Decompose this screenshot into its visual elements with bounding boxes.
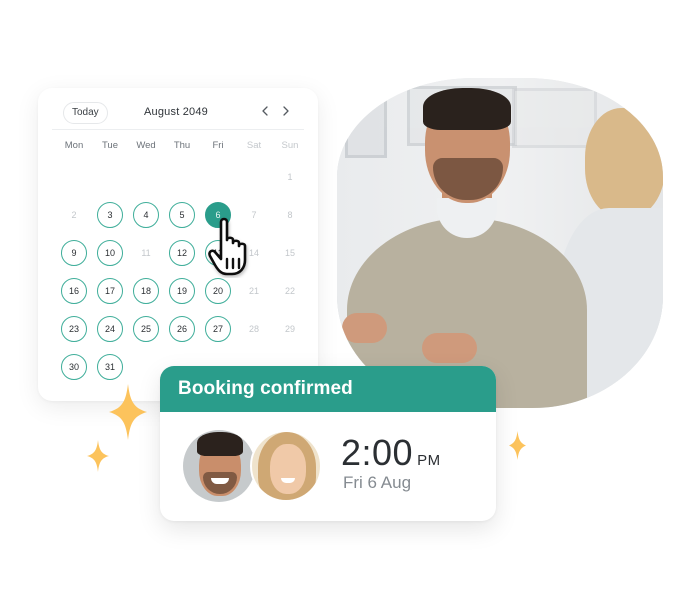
sparkle-icon [509, 431, 526, 460]
avatar-woman [250, 430, 322, 502]
calendar-day-5[interactable]: 5 [169, 202, 195, 228]
calendar-day-1: 1 [287, 172, 293, 182]
calendar-day-4[interactable]: 4 [133, 202, 159, 228]
photo-wall-frame [345, 88, 387, 158]
weekday-wed: Wed [136, 140, 156, 151]
calendar-day-3[interactable]: 3 [97, 202, 123, 228]
booking-title: Booking confirmed [178, 378, 353, 399]
today-button[interactable]: Today [63, 102, 108, 124]
calendar-day-12[interactable]: 12 [169, 240, 195, 266]
calendar-day-9[interactable]: 9 [61, 240, 87, 266]
sparkle-icon [109, 384, 147, 440]
calendar-day-27[interactable]: 27 [205, 316, 231, 342]
calendar-day-24[interactable]: 24 [97, 316, 123, 342]
calendar-day-10[interactable]: 10 [97, 240, 123, 266]
calendar-day-25[interactable]: 25 [133, 316, 159, 342]
calendar-day-15: 15 [284, 248, 295, 258]
calendar-card: Today August 2049 Mon Tue Wed Thu Fri Sat Sun … [38, 88, 318, 401]
weekday-sun: Sun [281, 140, 299, 151]
hand-pointer-icon [207, 216, 267, 278]
chevron-left-icon[interactable] [258, 104, 272, 118]
calendar-day-18[interactable]: 18 [133, 278, 159, 304]
booking-time-value: 2:00 [341, 432, 414, 473]
booking-confirmed-card: Booking confirmed 2:00 PM Fri 6 Aug [160, 366, 496, 521]
photo-man-hand [342, 313, 387, 343]
calendar-day-29: 29 [284, 324, 295, 334]
calendar-day-17[interactable]: 17 [97, 278, 123, 304]
calendar-day-22: 22 [284, 286, 295, 296]
meeting-photo [337, 78, 663, 408]
month-title: August 2049 [144, 106, 208, 118]
calendar-header: Today August 2049 [38, 88, 318, 130]
calendar-day-31[interactable]: 31 [97, 354, 123, 380]
photo-man-hand [422, 333, 477, 363]
calendar-day-26[interactable]: 26 [169, 316, 195, 342]
avatar-hair [197, 432, 243, 456]
calendar-day-16[interactable]: 16 [61, 278, 87, 304]
booking-time: 2:00 PM [341, 432, 441, 474]
photo-man-hair [423, 88, 511, 130]
booking-date: Fri 6 Aug [343, 473, 412, 492]
photo-woman-head [585, 108, 663, 218]
calendar-day-21: 21 [248, 286, 259, 296]
calendar-day-8: 8 [287, 210, 293, 220]
calendar-days-grid: 1 2 3 4 5 6 7 8 9 10 11 12 13 14 15 16 17 18 19 20 21 22 23 24 2… [58, 164, 310, 392]
weekday-fri: Fri [212, 140, 224, 151]
chevron-right-icon[interactable] [279, 104, 293, 118]
calendar-day-28: 28 [248, 324, 259, 334]
calendar-day-11: 11 [141, 248, 151, 258]
photo-wall-frame [512, 88, 597, 148]
calendar-day-20[interactable]: 20 [205, 278, 231, 304]
booking-header: Booking confirmed [160, 366, 496, 412]
weekday-thu: Thu [173, 140, 191, 151]
calendar-day-2: 2 [71, 210, 77, 220]
avatar-face [270, 444, 306, 494]
weekday-sat: Sat [246, 140, 262, 151]
weekday-mon: Mon [64, 140, 84, 151]
weekday-header-row: Mon Tue Wed Thu Fri Sat Sun [58, 140, 312, 151]
calendar-day-19[interactable]: 19 [169, 278, 195, 304]
sparkle-icon [87, 440, 109, 472]
calendar-day-30[interactable]: 30 [61, 354, 87, 380]
avatar-man [183, 430, 255, 502]
weekday-tue: Tue [101, 140, 119, 151]
booking-time-ampm: PM [417, 452, 441, 469]
calendar-day-23[interactable]: 23 [61, 316, 87, 342]
calendar-divider [52, 129, 304, 130]
